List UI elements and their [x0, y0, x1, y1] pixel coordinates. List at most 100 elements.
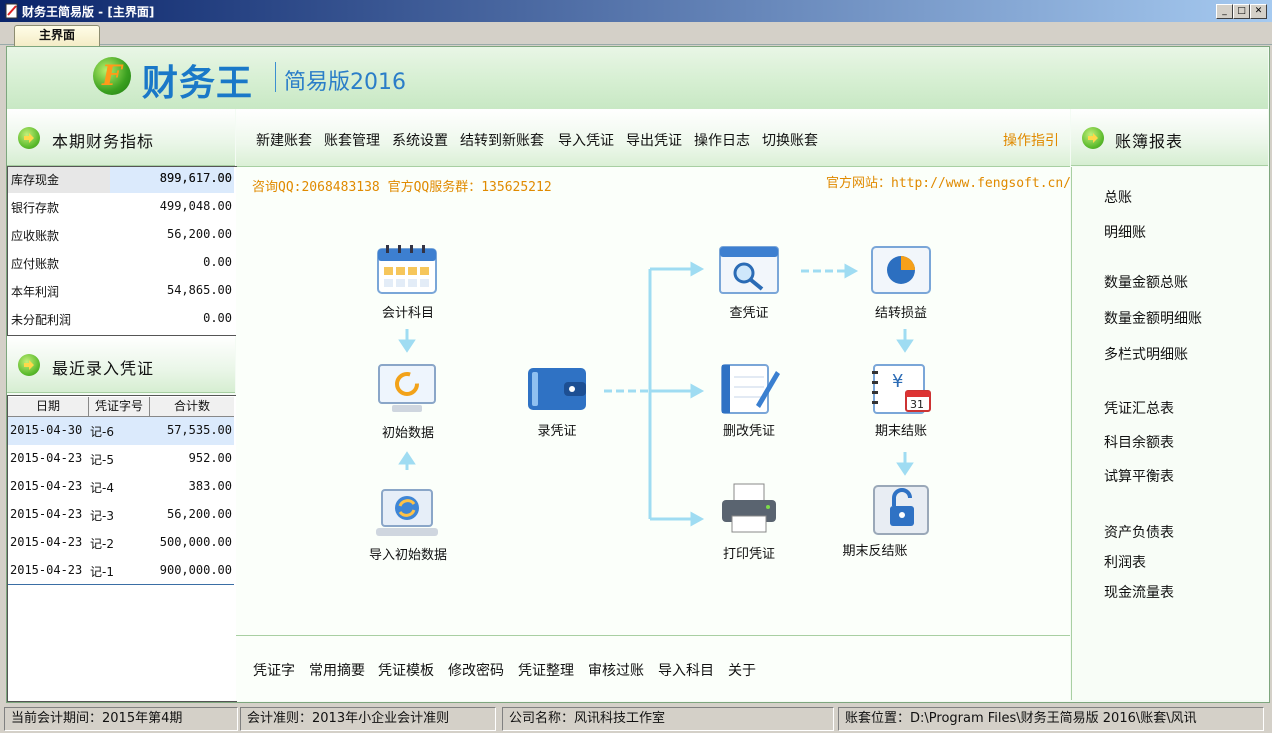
report-voucher-summary[interactable]: 凭证汇总表 [1104, 398, 1174, 418]
indicator-value: 899,617.00 [159, 171, 232, 185]
table-row[interactable]: 2015-04-23 记-3 56,200.00 [8, 501, 234, 529]
flow-period-close[interactable]: 期末结账 [841, 420, 961, 439]
voucher-amount: 56,200.00 [166, 507, 232, 521]
flow-edit-voucher[interactable]: 删改凭证 [689, 420, 809, 439]
table-row[interactable]: 2015-04-23 记-4 383.00 [8, 473, 234, 501]
column-header-number[interactable]: 凭证字号 [89, 397, 150, 417]
voucher-number: 记-2 [90, 537, 114, 551]
voucher-amount: 952.00 [188, 451, 232, 465]
currency-symbol: ¥ [892, 371, 903, 392]
workflow-connectors [398, 261, 914, 527]
status-standard: 会计准则：2013年小企业会计准则 [240, 707, 496, 731]
flow-query-voucher[interactable]: 查凭证 [689, 302, 809, 321]
link-about[interactable]: 关于 [728, 660, 756, 680]
flow-transfer-profit[interactable]: 结转损益 [841, 302, 961, 321]
report-multicolumn[interactable]: 多栏式明细账 [1104, 344, 1188, 364]
reports-title: 账簿报表 [1115, 132, 1184, 151]
table-row[interactable]: 2015-04-23 记-5 952.00 [8, 445, 234, 473]
menu-new-set[interactable]: 新建账套 [256, 130, 312, 150]
notebook-pen-icon[interactable] [718, 363, 780, 415]
voucher-date: 2015-04-23 [10, 451, 83, 465]
table-row[interactable]: 2015-04-30 记-6 57,535.00 [8, 417, 234, 445]
voucher-number: 记-1 [90, 565, 114, 579]
restore-button[interactable]: □ [1233, 4, 1250, 19]
indicator-label: 本年利润 [11, 285, 60, 299]
window-title: 财务王简易版 - [主界面] [22, 5, 155, 19]
arrow-right-icon [18, 354, 40, 376]
flow-period-unclose[interactable]: 期末反结账 [815, 540, 935, 559]
flow-init-data[interactable]: 初始数据 [348, 422, 468, 441]
column-header-date[interactable]: 日期 [8, 397, 89, 417]
link-voucher-word[interactable]: 凭证字 [253, 660, 295, 680]
pie-chart-icon[interactable] [870, 245, 932, 297]
indicator-value: 0.00 [203, 311, 232, 325]
status-location: 账套位置：D:\Program Files\财务王简易版 2016\账套\风讯 [838, 707, 1264, 731]
app-icon [5, 3, 18, 19]
monitor-icon[interactable] [376, 363, 438, 415]
report-cash-flow[interactable]: 现金流量表 [1104, 582, 1174, 602]
voucher-number: 记-6 [90, 425, 114, 439]
arrow-right-icon [18, 127, 40, 149]
wallet-icon[interactable] [526, 364, 588, 416]
menu-set-manage[interactable]: 账套管理 [324, 130, 380, 150]
voucher-number: 记-3 [90, 509, 114, 523]
flow-print-voucher[interactable]: 打印凭证 [689, 543, 809, 562]
indicator-value: 499,048.00 [159, 199, 232, 213]
magnifier-icon[interactable] [718, 245, 780, 297]
link-import-accounts[interactable]: 导入科目 [658, 660, 714, 680]
table-row[interactable]: 2015-04-23 记-2 500,000.00 [8, 529, 234, 557]
printer-icon[interactable] [718, 482, 780, 534]
voucher-date: 2015-04-23 [10, 535, 83, 549]
status-period: 当前会计期间：2015年第4期 [4, 707, 238, 731]
report-qty-general[interactable]: 数量金额总账 [1104, 272, 1188, 292]
indicator-value: 56,200.00 [166, 227, 232, 241]
table-divider [8, 584, 234, 585]
link-voucher-organize[interactable]: 凭证整理 [518, 660, 574, 680]
menu-export-voucher[interactable]: 导出凭证 [626, 130, 682, 150]
tab-main[interactable]: 主界面 [14, 25, 100, 46]
report-balance-sheet[interactable]: 资产负债表 [1104, 522, 1174, 542]
report-subsidiary-ledger[interactable]: 明细账 [1104, 222, 1146, 242]
indicator-row[interactable]: 应付账款 0.00 [8, 251, 234, 277]
vouchers-title: 最近录入凭证 [52, 359, 155, 378]
indicator-label: 应收账款 [11, 229, 60, 243]
indicator-row[interactable]: 本年利润 54,865.00 [8, 279, 234, 305]
indicator-row[interactable]: 未分配利润 0.00 [8, 307, 234, 333]
link-voucher-template[interactable]: 凭证模板 [378, 660, 434, 680]
menu-settings[interactable]: 系统设置 [392, 130, 448, 150]
link-change-password[interactable]: 修改密码 [448, 660, 504, 680]
menu-switch-set[interactable]: 切换账套 [762, 130, 818, 150]
operation-guide-link[interactable]: 操作指引 [1003, 130, 1059, 150]
indicator-row[interactable]: 银行存款 499,048.00 [8, 195, 234, 221]
unlock-icon[interactable] [870, 484, 932, 536]
brand-edition: 简易版2016 [284, 70, 406, 95]
ledger-calendar-icon[interactable]: ¥ 31 [870, 363, 932, 415]
report-trial-balance[interactable]: 试算平衡表 [1104, 466, 1174, 486]
voucher-amount: 57,535.00 [166, 423, 232, 437]
indicator-row[interactable]: 库存现金 899,617.00 [8, 167, 234, 193]
laptop-sync-icon[interactable] [376, 488, 438, 540]
report-income-statement[interactable]: 利润表 [1104, 552, 1146, 572]
table-row[interactable]: 2015-04-23 记-1 900,000.00 [8, 557, 234, 585]
indicators-title: 本期财务指标 [52, 132, 155, 151]
link-audit-post[interactable]: 审核过账 [588, 660, 644, 680]
menu-import-voucher[interactable]: 导入凭证 [558, 130, 614, 150]
flow-import-init[interactable]: 导入初始数据 [348, 544, 468, 563]
calendar-icon[interactable] [376, 245, 438, 297]
report-general-ledger[interactable]: 总账 [1104, 187, 1132, 207]
close-button[interactable]: ✕ [1250, 4, 1267, 19]
menu-op-log[interactable]: 操作日志 [694, 130, 750, 150]
voucher-date: 2015-04-30 [10, 423, 83, 437]
voucher-date: 2015-04-23 [10, 507, 83, 521]
voucher-amount: 900,000.00 [159, 563, 232, 577]
minimize-button[interactable]: _ [1216, 4, 1233, 19]
flow-accounts[interactable]: 会计科目 [348, 302, 468, 321]
link-common-summary[interactable]: 常用摘要 [309, 660, 365, 680]
report-qty-detail[interactable]: 数量金额明细账 [1104, 308, 1202, 328]
flow-record-voucher[interactable]: 录凭证 [497, 420, 617, 439]
column-header-amount[interactable]: 合计数 [150, 397, 234, 417]
menu-carry-forward[interactable]: 结转到新账套 [460, 130, 544, 150]
indicator-row[interactable]: 应收账款 56,200.00 [8, 223, 234, 249]
calendar-day: 31 [910, 398, 924, 411]
report-account-balance[interactable]: 科目余额表 [1104, 432, 1174, 452]
